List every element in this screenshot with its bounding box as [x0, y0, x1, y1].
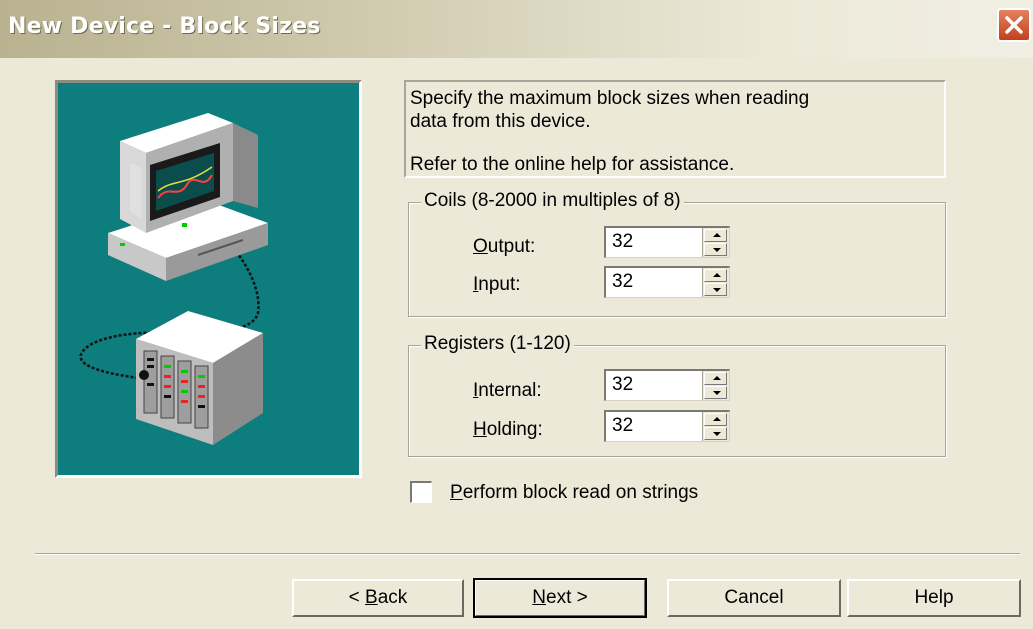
block-read-strings-checkbox[interactable] [410, 481, 432, 503]
input-spin-up-button[interactable] [704, 269, 727, 282]
internal-label: Internal: [473, 380, 542, 401]
coils-group-legend: Coils (8-2000 in multiples of 8) [421, 190, 684, 212]
arrow-down-icon [713, 248, 721, 252]
computer-and-plc-icon [79, 113, 268, 445]
block-read-strings-label[interactable]: Perform block read on strings [450, 482, 698, 504]
coils-group: Coils (8-2000 in multiples of 8) [408, 190, 946, 317]
holding-spinner[interactable]: 32 [604, 410, 730, 442]
arrow-down-icon [713, 391, 721, 395]
output-spinner[interactable]: 32 [604, 226, 730, 258]
arrow-up-icon [713, 273, 721, 277]
input-spinner[interactable]: 32 [604, 266, 730, 298]
cancel-button[interactable]: Cancel [667, 579, 841, 617]
output-label: Output: [473, 236, 536, 257]
instructions-line: data from this device. [410, 111, 591, 132]
window-title: New Device - Block Sizes [8, 14, 321, 39]
back-button[interactable]: < Back [292, 579, 464, 617]
computer-device-illustration [55, 80, 362, 478]
arrow-down-icon [713, 432, 721, 436]
registers-group-legend: Registers (1-120) [421, 333, 574, 355]
output-spin-down-button[interactable] [704, 243, 727, 256]
internal-spinner[interactable]: 32 [604, 369, 730, 401]
holding-spin-up-button[interactable] [704, 413, 727, 426]
instructions-line: Specify the maximum block sizes when rea… [410, 88, 810, 109]
help-button[interactable]: Help [847, 579, 1021, 617]
arrow-up-icon [713, 417, 721, 421]
holding-label: Holding: [473, 419, 543, 440]
input-label: Input: [473, 274, 521, 295]
arrow-up-icon [713, 233, 721, 237]
output-spin-up-button[interactable] [704, 229, 727, 242]
internal-spin-down-button[interactable] [704, 386, 727, 399]
help-hint: Refer to the online help for assistance. [410, 154, 735, 175]
arrow-up-icon [713, 376, 721, 380]
internal-spin-up-button[interactable] [704, 372, 727, 385]
close-button[interactable] [997, 8, 1031, 42]
next-button[interactable]: Next > [473, 578, 647, 618]
footer-divider [35, 553, 1020, 555]
output-value[interactable]: 32 [612, 231, 633, 253]
arrow-down-icon [713, 288, 721, 292]
instructions-text: Specify the maximum block sizes when rea… [404, 80, 946, 178]
close-x-icon [1005, 16, 1023, 34]
holding-value[interactable]: 32 [612, 415, 633, 437]
title-bar[interactable]: New Device - Block Sizes [0, 0, 1033, 58]
holding-spin-down-button[interactable] [704, 427, 727, 440]
internal-value[interactable]: 32 [612, 374, 633, 396]
input-spin-down-button[interactable] [704, 283, 727, 296]
input-value[interactable]: 32 [612, 271, 633, 293]
